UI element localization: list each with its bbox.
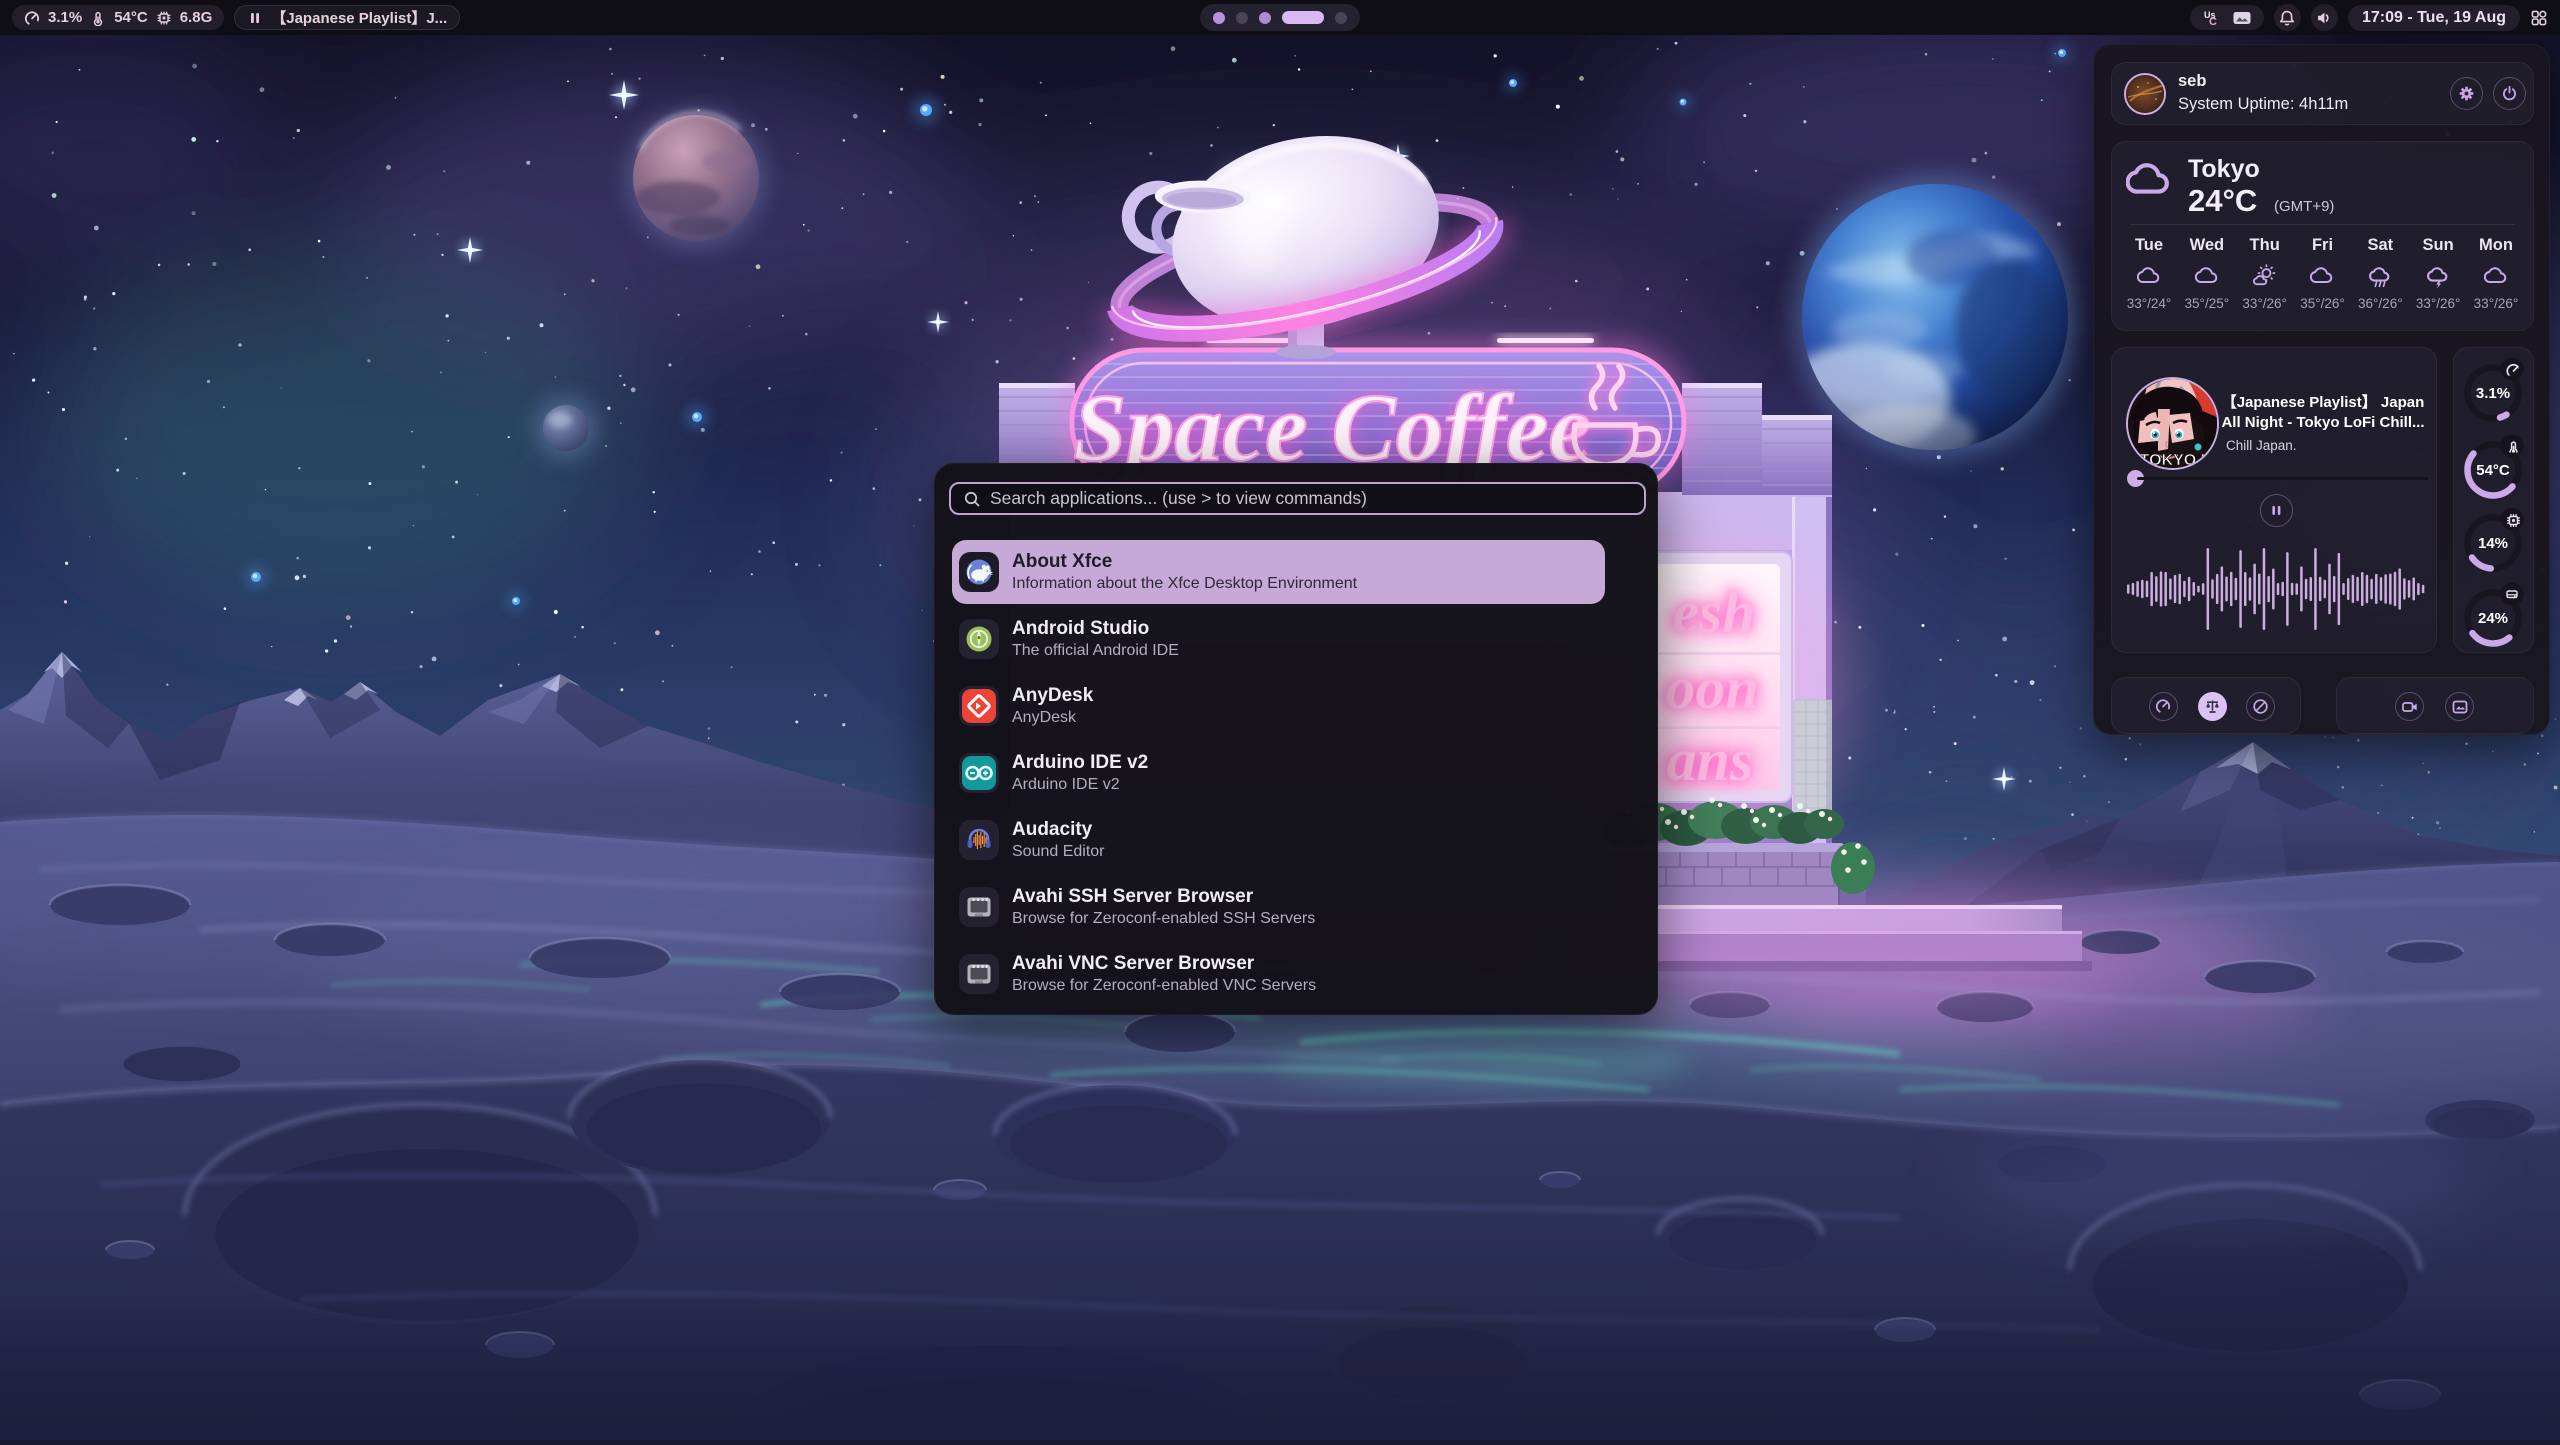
- svg-text:oon: oon: [1665, 655, 1758, 721]
- svg-text:ans: ans: [1667, 727, 1754, 793]
- svg-text:esh: esh: [1672, 579, 1755, 645]
- svg-text:24%: 24%: [2478, 610, 2508, 627]
- svg-text:C: C: [2209, 16, 2217, 27]
- svg-text:TOKYO L: TOKYO L: [2140, 452, 2211, 469]
- svg-text:54°C: 54°C: [2476, 462, 2510, 479]
- svg-text:14%: 14%: [2478, 535, 2508, 552]
- svg-text:3.1%: 3.1%: [2476, 385, 2510, 402]
